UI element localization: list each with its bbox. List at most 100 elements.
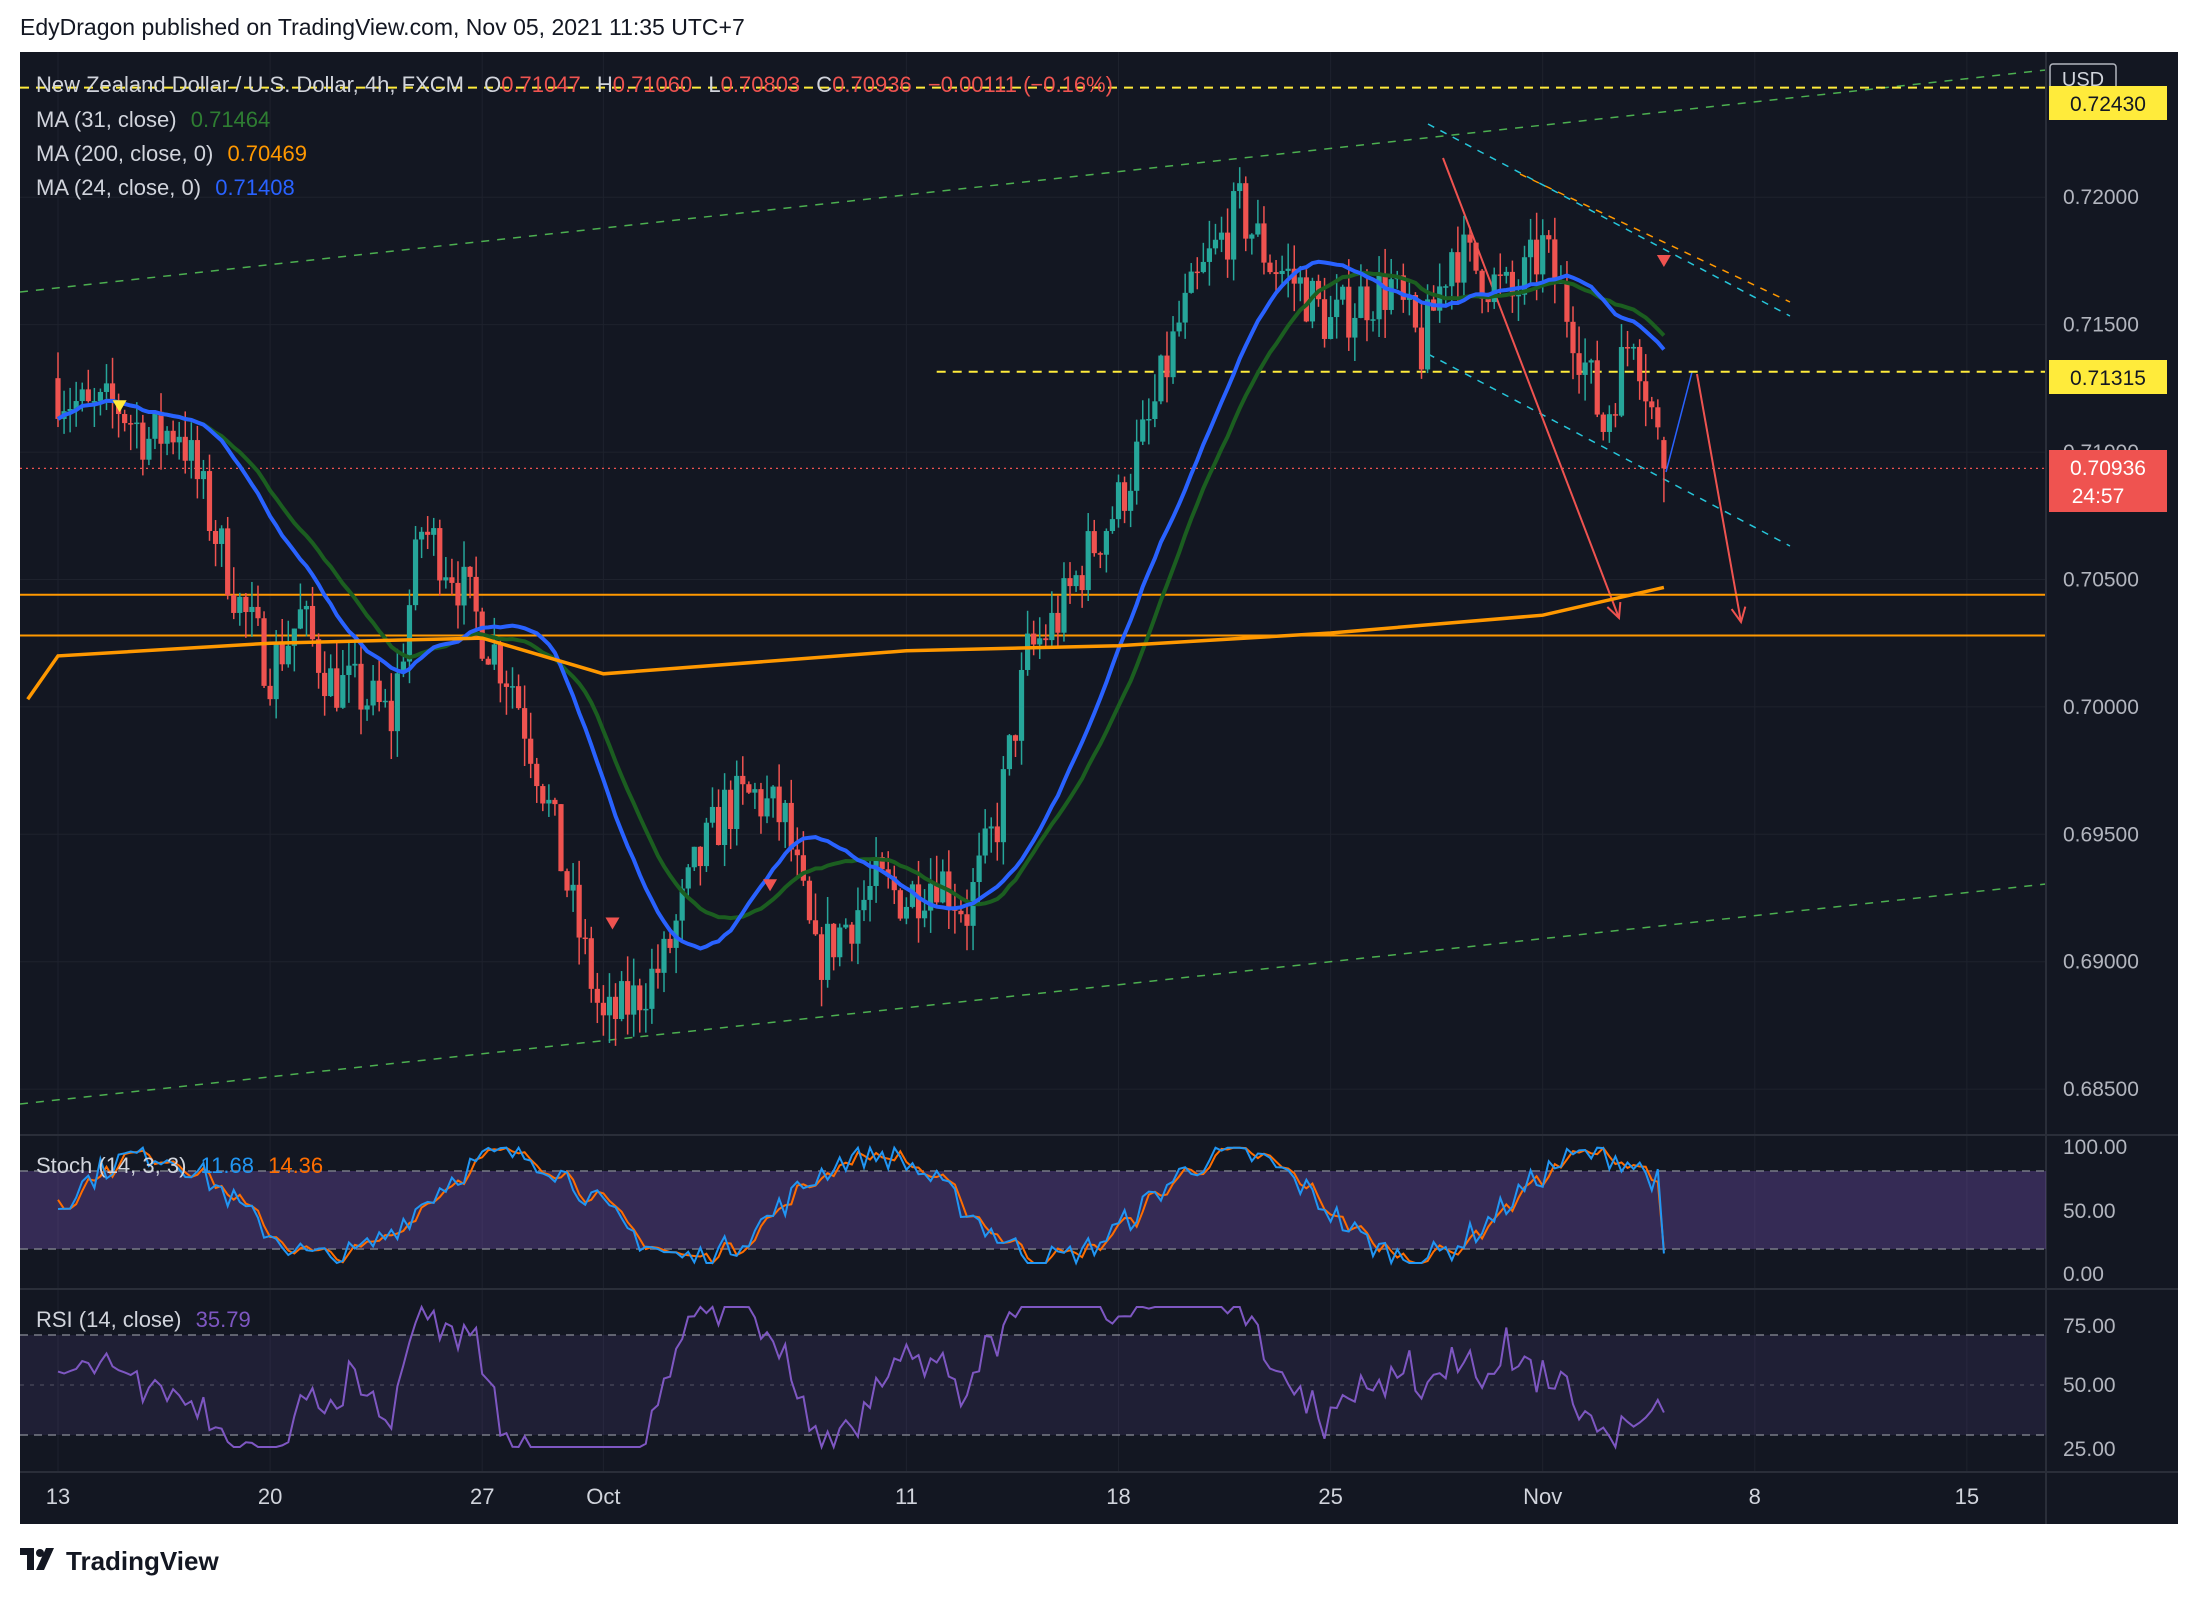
candle-body <box>261 618 267 686</box>
legend-stoch[interactable]: Stoch (14, 3, 3) 11.68 14.36 <box>36 1153 323 1178</box>
ohlc-open-label: O <box>484 72 501 97</box>
candle-body <box>843 924 849 928</box>
candle-body <box>85 389 91 402</box>
candle-body <box>637 985 643 1011</box>
candle-body <box>685 867 691 889</box>
candle-body <box>358 663 364 710</box>
candle-body <box>1158 355 1164 402</box>
candle-body <box>315 639 322 673</box>
candle-body <box>1321 299 1328 339</box>
candle-body <box>1164 355 1170 378</box>
candle-body <box>103 383 110 392</box>
candle-body <box>509 686 516 688</box>
candle-body <box>1594 360 1600 415</box>
stoch-axis-50: 50.00 <box>2063 1200 2116 1223</box>
legend-ma200[interactable]: MA (200, close, 0) 0.70469 <box>36 141 307 166</box>
ohlc-change: −0.00111 (−0.16%) <box>928 72 1113 97</box>
price-axis[interactable]: 0.720000.715000.710000.705000.700000.695… <box>2063 186 2139 1101</box>
candle-body <box>655 968 661 973</box>
candle-body <box>1091 531 1097 554</box>
candle-body <box>1025 633 1031 670</box>
candle-body <box>982 828 988 856</box>
candle-body <box>661 938 667 973</box>
candle-body <box>212 530 219 544</box>
candle-body <box>388 700 394 732</box>
candle-body <box>552 799 558 805</box>
legend-rsi[interactable]: RSI (14, close) 35.79 <box>36 1307 251 1332</box>
legend-ma31[interactable]: MA (31, close) 0.71464 <box>36 107 270 132</box>
candle-body <box>1370 319 1376 321</box>
candle-body <box>1637 346 1643 382</box>
candle-body <box>1012 735 1019 741</box>
ma200-line <box>26 585 1665 701</box>
candle-body <box>1540 235 1546 275</box>
price-levels <box>20 86 2046 637</box>
candle-body <box>1176 322 1182 332</box>
moving-averages <box>26 259 1666 951</box>
candle-body <box>867 885 873 900</box>
candle-body <box>182 436 188 461</box>
candle-body <box>703 822 710 867</box>
candle-body <box>915 884 922 919</box>
signal-triangle <box>763 879 778 892</box>
candle-body <box>849 924 855 944</box>
candle-body <box>231 595 237 613</box>
candle-body <box>1194 271 1200 274</box>
candle-body <box>600 1002 606 1016</box>
candle-body <box>588 938 594 989</box>
candle-body <box>558 804 564 872</box>
time-tick-label: 18 <box>1106 1484 1130 1509</box>
candle-body <box>740 775 746 785</box>
price-tick-label: 0.71500 <box>2063 314 2139 337</box>
candle-body <box>1534 239 1540 275</box>
candle-body <box>1243 183 1249 239</box>
candle-body <box>303 605 310 610</box>
price-tag-last-text: 0.70936 <box>2070 457 2146 480</box>
legend-ma24[interactable]: MA (24, close, 0) 0.71408 <box>36 175 295 200</box>
time-axis[interactable]: 13 20 27 Oct 11 18 25 Nov 8 15 <box>46 1484 1979 1509</box>
candle-body <box>1570 321 1576 354</box>
candle-body <box>1049 612 1055 641</box>
candle-body <box>1328 317 1334 339</box>
time-tick-label: 25 <box>1318 1484 1342 1509</box>
chart-area[interactable]: New Zealand Dollar / U.S. Dollar, 4h, FX… <box>20 52 2178 1524</box>
price-tag-mid: 0.71315 <box>2049 360 2167 394</box>
candle-body <box>267 685 273 700</box>
candle-body <box>1097 553 1103 555</box>
candle-body <box>734 775 740 830</box>
ohlc-low-label: L <box>708 72 720 97</box>
candle-body <box>152 411 158 439</box>
candle-body <box>1255 223 1261 235</box>
stoch-d-value: 14.36 <box>268 1153 323 1178</box>
time-tick-label: Nov <box>1523 1484 1562 1509</box>
candle-body <box>897 890 903 919</box>
candle-body <box>1285 268 1291 271</box>
candle-body <box>1273 272 1279 275</box>
candle-body <box>988 826 994 829</box>
candle-body <box>1237 183 1243 192</box>
rsi-axis-75: 75.00 <box>2063 1315 2116 1338</box>
candlestick-series <box>55 167 1667 1046</box>
price-tag-mid-text: 0.71315 <box>2070 367 2146 390</box>
ohlc-low-value: 0.70803 <box>721 72 801 97</box>
ma31-label: MA (31, close) <box>36 107 177 132</box>
candle-body <box>606 996 613 1016</box>
candle-body <box>546 799 552 804</box>
ohlc-open-value: 0.71047 <box>501 72 581 97</box>
candle-body <box>1182 292 1188 323</box>
candle-body <box>1503 271 1509 276</box>
candle-body <box>1206 248 1212 262</box>
candle-body <box>1527 239 1534 258</box>
candle-body <box>715 806 722 846</box>
stoch-axis-0: 0.00 <box>2063 1263 2104 1286</box>
ohlc-close-value: 0.70936 <box>832 72 912 97</box>
candle-body <box>800 855 806 881</box>
stoch-pane <box>20 1144 2046 1266</box>
candle-body <box>1031 633 1037 645</box>
candle-body <box>1661 440 1667 469</box>
time-tick-label: 13 <box>46 1484 70 1509</box>
candle-body <box>1461 234 1467 283</box>
candle-body <box>540 786 546 804</box>
candle-body <box>758 789 764 817</box>
price-tick-label: 0.70000 <box>2063 696 2139 719</box>
